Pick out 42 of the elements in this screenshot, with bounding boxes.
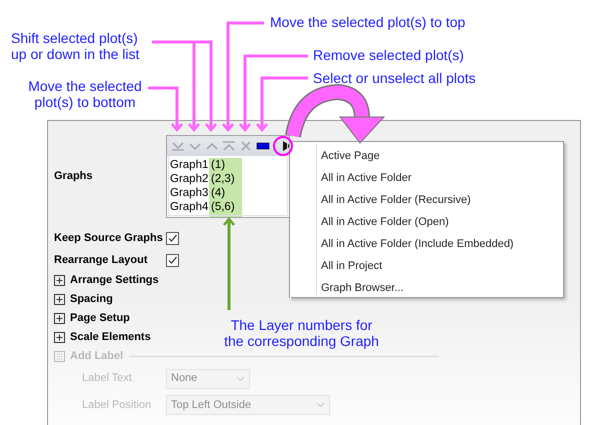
- layer-numbers: (1): [209, 158, 242, 172]
- highlight-circle: [273, 136, 293, 156]
- menu-item[interactable]: All in Project: [290, 255, 563, 277]
- caret-icon: [316, 402, 325, 408]
- layer-numbers: (4): [209, 186, 242, 200]
- section-label[interactable]: Arrange Settings: [70, 272, 159, 289]
- field-label: Label Position: [82, 398, 152, 413]
- expand-icon[interactable]: [54, 275, 65, 286]
- check-icon: [167, 232, 178, 244]
- option-label: Rearrange Layout: [54, 252, 149, 268]
- menu-item[interactable]: All in Active Folder: [290, 167, 563, 189]
- callout-text: Move the selected plot(s) to top: [270, 14, 466, 30]
- checkbox[interactable]: [166, 254, 179, 266]
- graph-name[interactable]: Graph4: [170, 200, 209, 214]
- graph-name[interactable]: Graph3: [170, 186, 209, 200]
- callout-text: Move the selected plot(s) to bottom: [27, 78, 143, 110]
- graph-name[interactable]: Graph2: [170, 172, 209, 186]
- check-icon: [167, 254, 178, 266]
- callout-text: The Layer numbers for the corresponding Graph: [223, 317, 380, 349]
- section-label[interactable]: Spacing: [70, 291, 113, 308]
- menu-item[interactable]: All in Active Folder (Include Embedded): [290, 233, 563, 255]
- checkbox[interactable]: [166, 232, 179, 244]
- menu-item[interactable]: All in Active Folder (Open): [290, 211, 563, 233]
- menu-item[interactable]: Active Page: [290, 145, 563, 167]
- field-label: Label Text: [82, 371, 133, 386]
- menu-item[interactable]: All in Active Folder (Recursive): [290, 189, 563, 211]
- section-label[interactable]: Scale Elements: [70, 329, 151, 346]
- field-label: Graphs: [54, 169, 93, 184]
- callout-text: Shift selected plot(s) up or down in the list: [11, 30, 140, 62]
- caret-icon: [236, 376, 245, 382]
- group-label: Add Label: [70, 349, 124, 364]
- graph-name[interactable]: Graph1: [170, 158, 209, 172]
- expand-icon[interactable]: [54, 313, 65, 324]
- callout-text: Select or unselect all plots: [313, 70, 477, 86]
- layer-numbers: (5,6): [209, 200, 242, 214]
- menu-item[interactable]: Graph Browser...: [290, 277, 563, 299]
- layer-numbers: (2,3): [209, 172, 242, 186]
- expand-icon[interactable]: [54, 332, 65, 343]
- callout-text: Remove selected plot(s): [313, 47, 465, 63]
- section-label[interactable]: Page Setup: [70, 310, 130, 327]
- expand-icon[interactable]: [54, 294, 65, 305]
- option-label: Keep Source Graphs: [54, 230, 164, 246]
